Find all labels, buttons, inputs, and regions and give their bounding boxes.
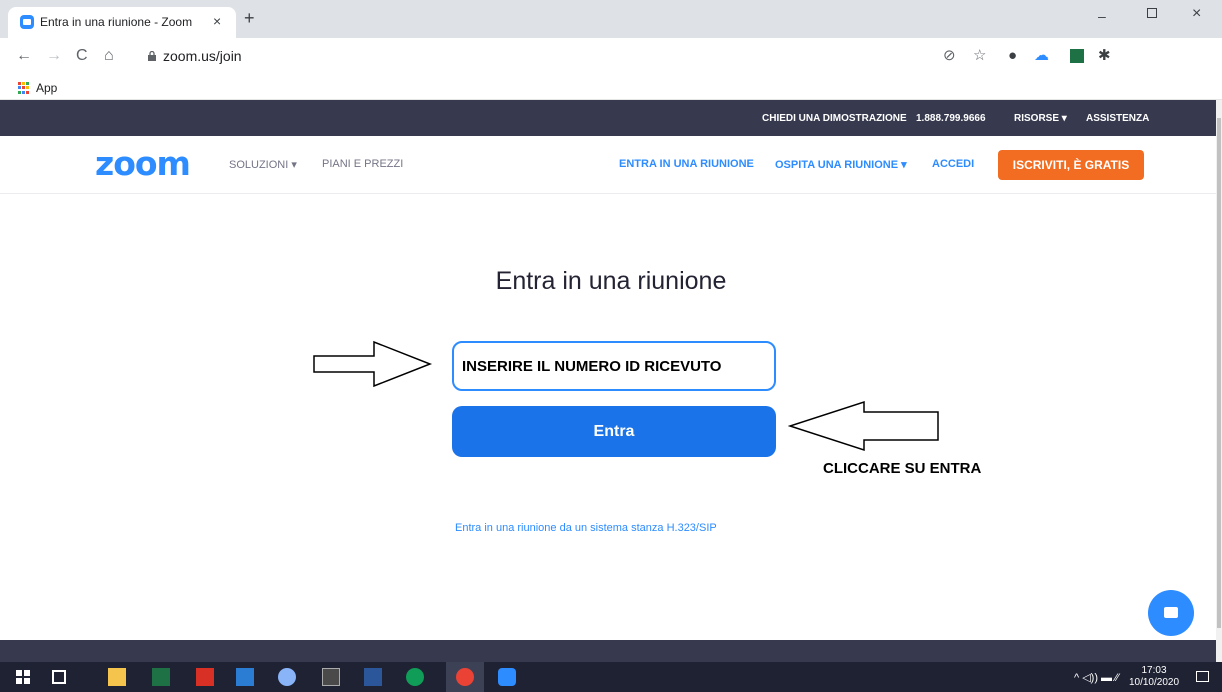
sign-up-button[interactable]: ISCRIVITI, È GRATIS bbox=[998, 150, 1144, 180]
maximize-button[interactable] bbox=[1147, 8, 1157, 18]
forward-icon[interactable]: → bbox=[46, 47, 62, 65]
windows-taskbar: ^ ◁)) ▬ ⁄⁄ 17:03 10/10/2020 bbox=[0, 662, 1222, 692]
home-icon[interactable]: ⌂ bbox=[104, 47, 114, 65]
scrollbar-thumb[interactable] bbox=[1217, 118, 1221, 628]
extensions-puzzle-icon[interactable]: ✱ bbox=[1098, 47, 1111, 65]
address-bar[interactable]: zoom.us/join bbox=[163, 48, 242, 64]
meeting-id-input[interactable] bbox=[452, 341, 776, 391]
zoom-app-icon[interactable] bbox=[498, 668, 516, 686]
cloud-extension-icon[interactable]: ☁ bbox=[1034, 47, 1049, 65]
task-view-icon[interactable] bbox=[52, 670, 66, 684]
zoom-top-bar: CHIEDI UNA DIMOSTRAZIONE 1.888.799.9666 … bbox=[0, 100, 1216, 136]
edge-icon[interactable] bbox=[406, 668, 424, 686]
mail-icon[interactable] bbox=[236, 668, 254, 686]
browser-tab-strip: Entra in una riunione - Zoom × + – × bbox=[0, 0, 1222, 38]
excel-extension-icon[interactable] bbox=[1070, 49, 1084, 63]
lock-icon bbox=[148, 51, 156, 61]
system-tray[interactable]: ^ ◁)) ▬ ⁄⁄ bbox=[1074, 671, 1119, 684]
host-meeting-menu[interactable]: OSPITA UNA RIUNIONE ▾ bbox=[775, 158, 907, 171]
tab-close-icon[interactable]: × bbox=[213, 13, 221, 29]
close-window-button[interactable]: × bbox=[1192, 5, 1201, 23]
notifications-icon[interactable] bbox=[1196, 671, 1209, 682]
acrobat-icon[interactable] bbox=[196, 668, 214, 686]
paint-icon[interactable] bbox=[278, 668, 296, 686]
calculator-icon[interactable] bbox=[322, 668, 340, 686]
browser-toolbar: ← → C ⌂ zoom.us/join ⊘ ☆ ● ☁ ✱ bbox=[0, 38, 1222, 76]
word-icon[interactable] bbox=[364, 668, 382, 686]
arrow-right-icon bbox=[313, 340, 433, 388]
browser-tab[interactable]: Entra in una riunione - Zoom × bbox=[8, 7, 236, 38]
file-explorer-icon[interactable] bbox=[108, 668, 126, 686]
bookmark-star-icon[interactable]: ☆ bbox=[973, 47, 986, 65]
extension-icon[interactable]: ● bbox=[1008, 47, 1017, 65]
page-title: Entra in una riunione bbox=[495, 267, 727, 295]
apps-bookmark[interactable]: App bbox=[36, 81, 57, 95]
apps-grid-icon[interactable] bbox=[18, 82, 30, 94]
support-link[interactable]: ASSISTENZA bbox=[1086, 113, 1149, 124]
request-demo-link[interactable]: CHIEDI UNA DIMOSTRAZIONE bbox=[762, 113, 907, 124]
zoom-favicon-icon bbox=[20, 15, 34, 29]
sign-in-link[interactable]: ACCEDI bbox=[932, 158, 974, 170]
back-icon[interactable]: ← bbox=[16, 47, 32, 65]
footer-bar bbox=[0, 640, 1216, 662]
zoom-logo[interactable]: zoom bbox=[95, 144, 191, 183]
h323-sip-link[interactable]: Entra in una riunione da un sistema stan… bbox=[455, 522, 717, 534]
phone-number[interactable]: 1.888.799.9666 bbox=[916, 113, 986, 124]
windows-start-icon[interactable] bbox=[16, 670, 30, 684]
bookmarks-bar: App bbox=[0, 76, 1222, 100]
arrow-left-icon bbox=[788, 400, 939, 452]
reload-icon[interactable]: C bbox=[76, 47, 88, 65]
join-meeting-link[interactable]: ENTRA IN UNA RIUNIONE bbox=[619, 158, 754, 170]
solutions-menu[interactable]: SOLUZIONI ▾ bbox=[229, 158, 297, 171]
chrome-active-taskbar[interactable] bbox=[446, 662, 484, 692]
chat-bubble-icon[interactable] bbox=[1148, 590, 1194, 636]
join-button[interactable]: Entra bbox=[452, 406, 776, 457]
clock-date[interactable]: 10/10/2020 bbox=[1126, 677, 1182, 688]
resources-menu[interactable]: RISORSE ▾ bbox=[1014, 113, 1067, 124]
chrome-icon bbox=[456, 668, 474, 686]
tracking-blocked-icon[interactable]: ⊘ bbox=[943, 47, 956, 65]
tab-title: Entra in una riunione - Zoom bbox=[40, 15, 193, 29]
clock-time[interactable]: 17:03 bbox=[1132, 665, 1176, 676]
minimize-button[interactable]: – bbox=[1098, 8, 1106, 24]
new-tab-button[interactable]: + bbox=[244, 9, 255, 27]
plans-pricing-link[interactable]: PIANI E PREZZI bbox=[322, 158, 403, 170]
zoom-main-nav: zoom SOLUZIONI ▾ PIANI E PREZZI ENTRA IN… bbox=[0, 136, 1216, 194]
click-join-annotation: CLICCARE SU ENTRA bbox=[823, 460, 982, 477]
excel-icon[interactable] bbox=[152, 668, 170, 686]
